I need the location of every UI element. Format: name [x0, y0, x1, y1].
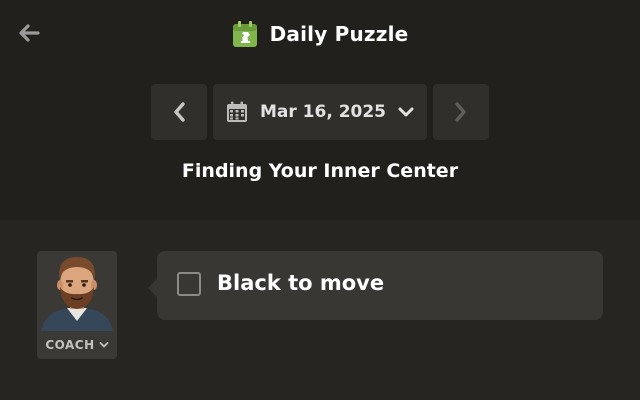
- coach-message-bubble: Black to move: [148, 251, 603, 320]
- app-title: Daily Puzzle: [269, 22, 409, 46]
- puzzle-title: Finding Your Inner Center: [181, 160, 459, 182]
- previous-date-button[interactable]: [151, 84, 207, 140]
- coach-selector[interactable]: COACH: [37, 251, 117, 359]
- selected-date: Mar 16, 2025: [259, 102, 387, 122]
- daily-puzzle-calendar-icon: [232, 21, 257, 47]
- move-instruction: Black to move: [217, 271, 385, 295]
- chevron-right-icon: [455, 102, 466, 122]
- move-checkbox[interactable]: [177, 272, 201, 296]
- chevron-left-icon: [174, 102, 185, 122]
- calendar-icon: [226, 101, 247, 122]
- bubble-tail: [148, 279, 157, 297]
- chevron-down-icon: [99, 342, 109, 348]
- app-title-group: Daily Puzzle: [0, 18, 640, 50]
- coach-avatar: [37, 251, 117, 331]
- coach-label: COACH: [45, 338, 95, 352]
- chevron-down-icon: [398, 107, 414, 117]
- next-date-button[interactable]: [433, 84, 489, 140]
- date-selector[interactable]: Mar 16, 2025: [213, 84, 427, 140]
- coach-footer: COACH: [37, 333, 117, 357]
- puzzle-header: Daily Puzzle Mar 16, 2025 Finding Your I…: [0, 0, 640, 220]
